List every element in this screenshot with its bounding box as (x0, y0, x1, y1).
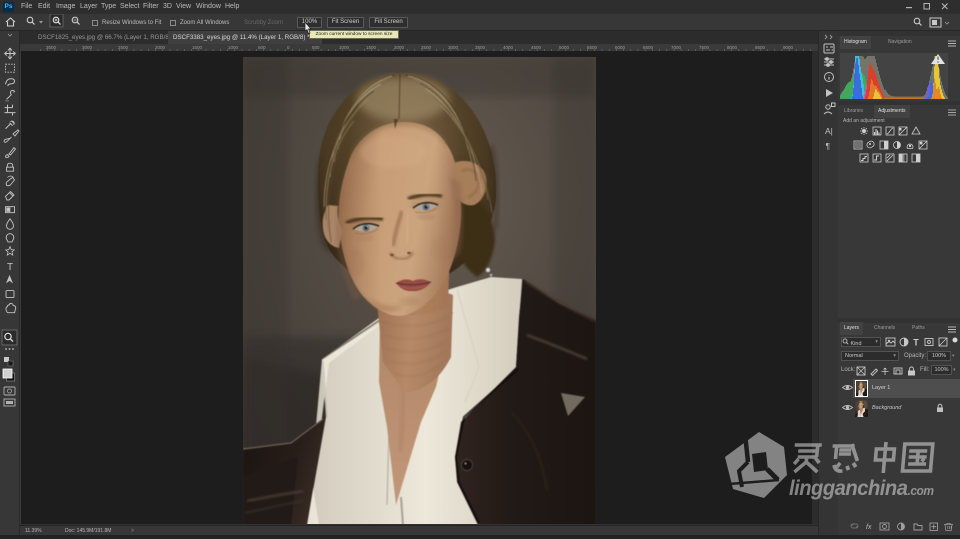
svg-text:fx: fx (866, 524, 872, 531)
svg-text:A|: A| (825, 126, 833, 136)
svg-text:¶: ¶ (826, 141, 831, 151)
svg-text:T: T (7, 262, 13, 273)
svg-text:T: T (913, 338, 919, 348)
